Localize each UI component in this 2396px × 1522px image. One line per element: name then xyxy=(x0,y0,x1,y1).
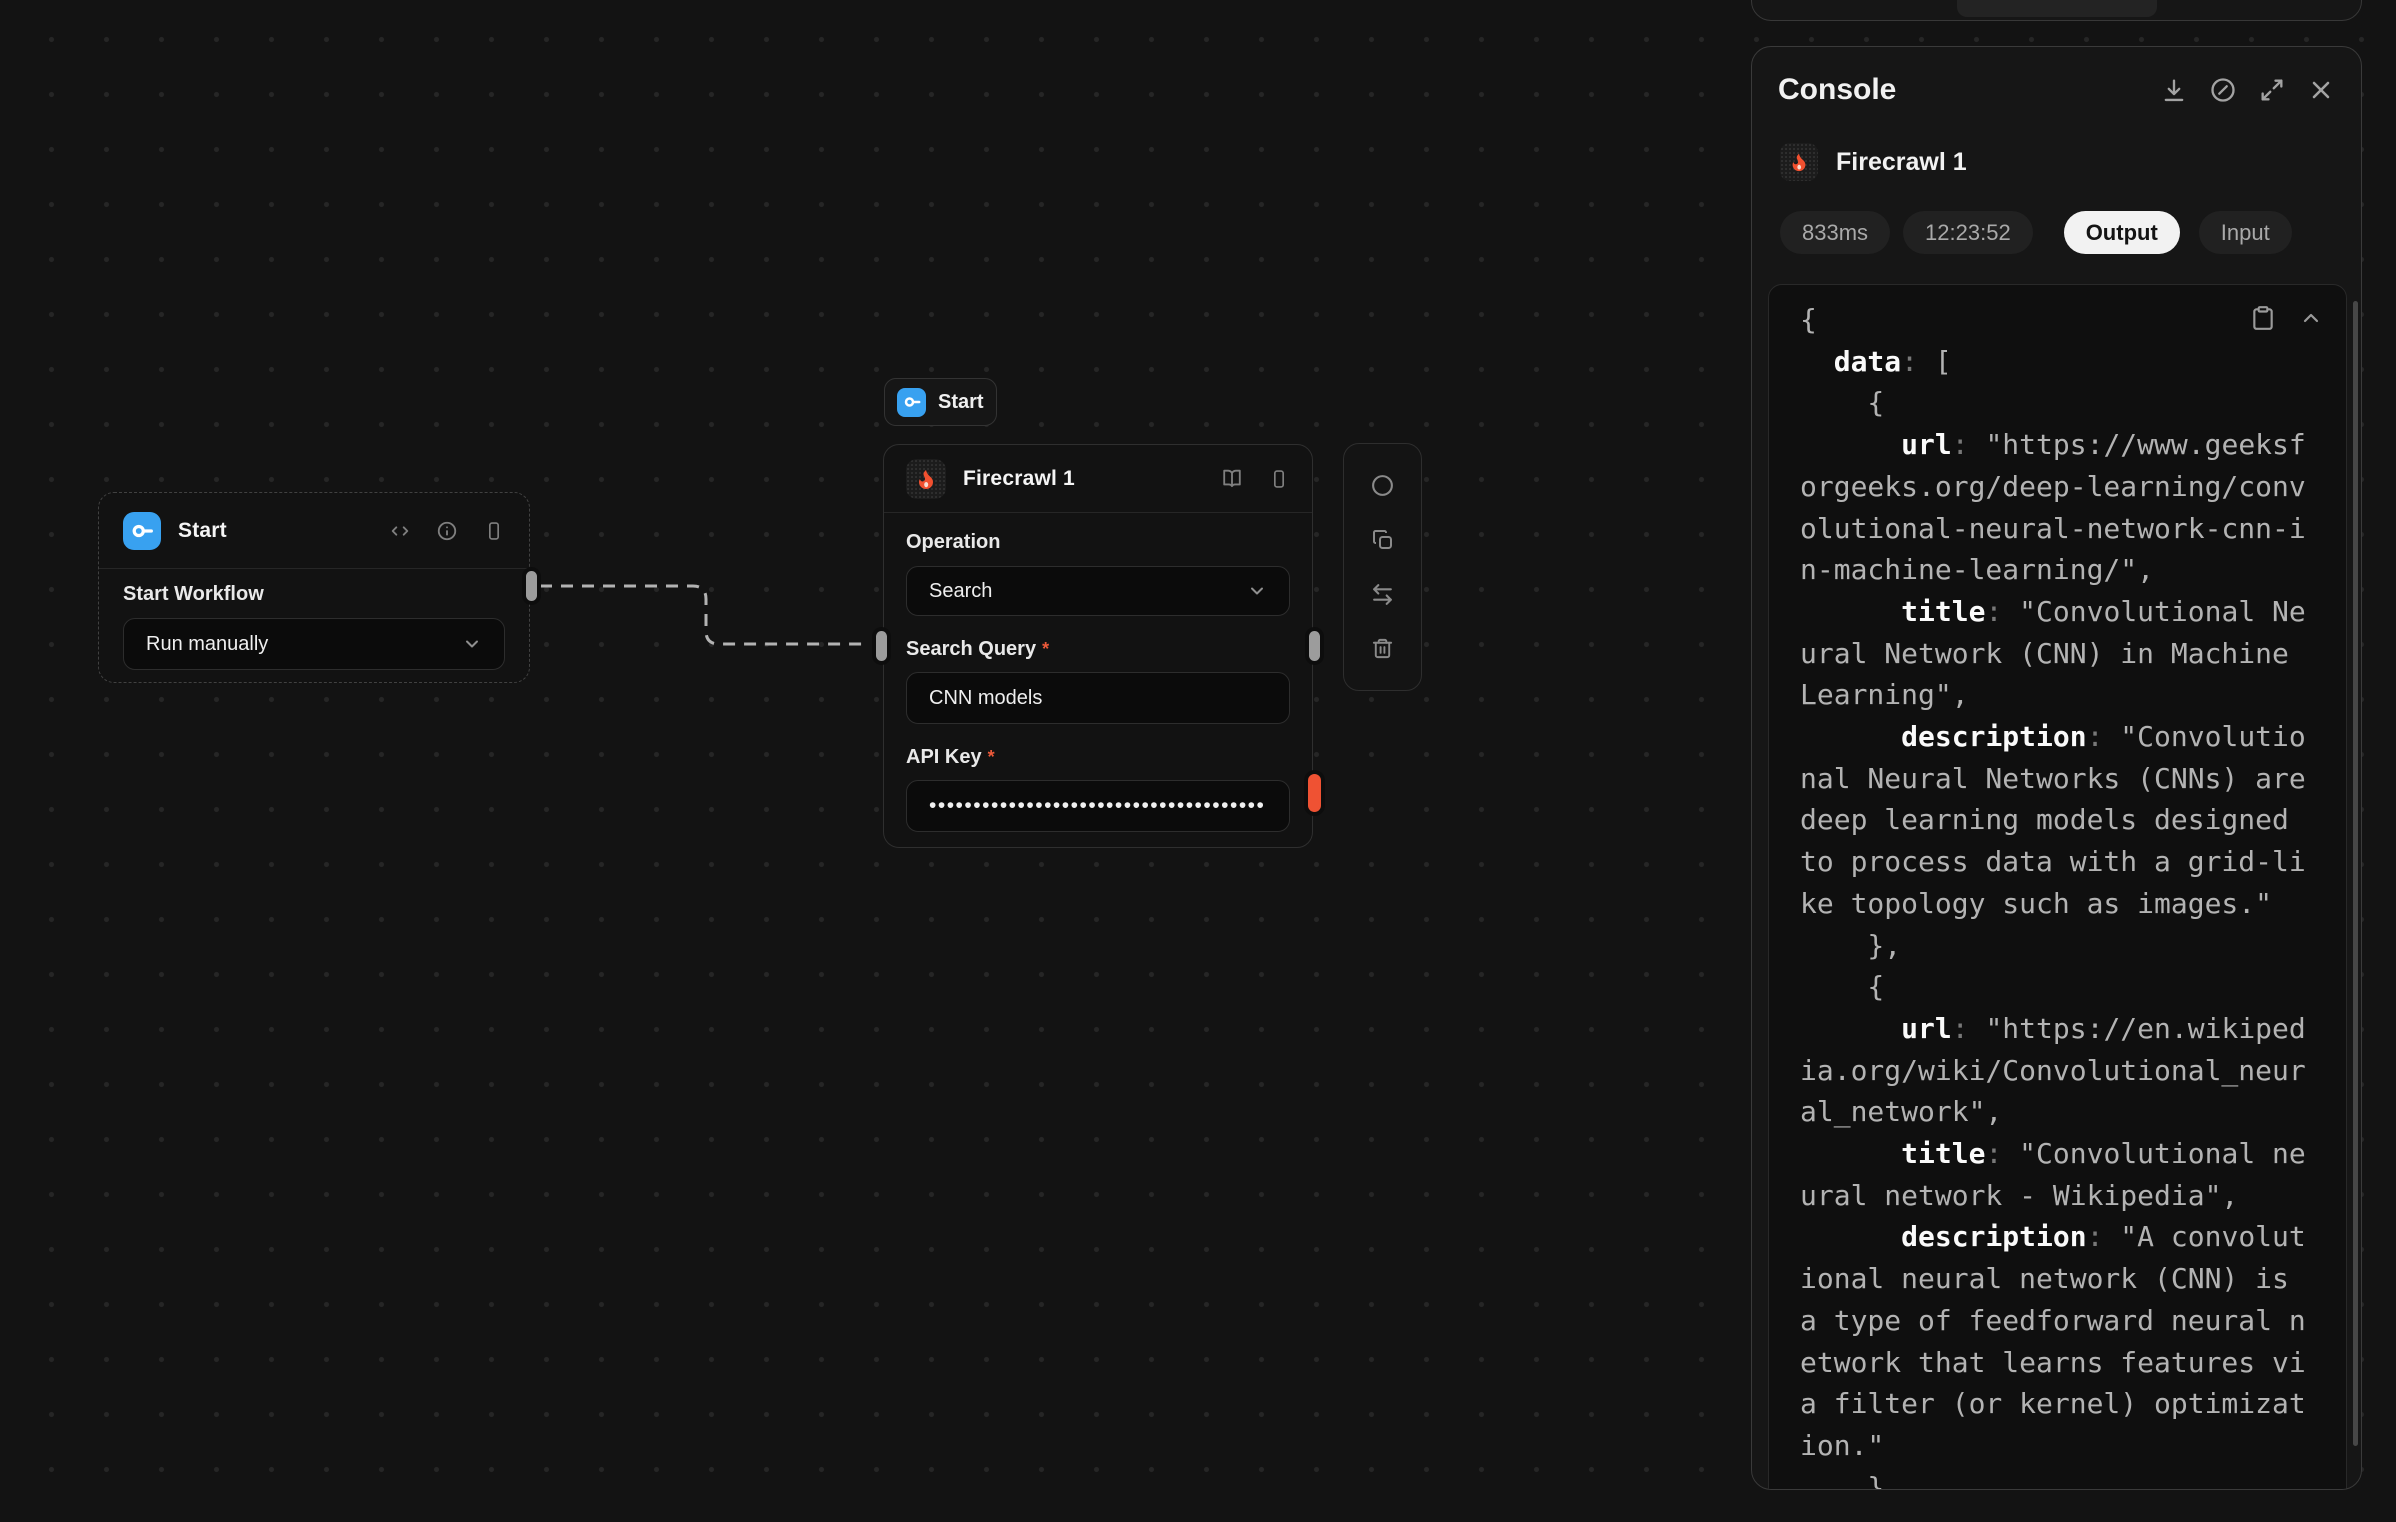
node-toolbar xyxy=(1343,443,1422,691)
required-asterisk: * xyxy=(1042,639,1049,659)
start-node[interactable]: Start Start Workflow Run manually xyxy=(98,492,530,683)
start-node-title: Start xyxy=(178,519,227,543)
firecrawl-flame-icon xyxy=(906,459,946,499)
console-panel: Console Firecrawl 1 xyxy=(1751,46,2362,1490)
copy-clipboard-icon[interactable] xyxy=(2250,305,2276,331)
console-entry-name: Firecrawl 1 xyxy=(1836,148,1967,177)
start-workflow-label: Start Workflow xyxy=(123,583,505,606)
docs-book-icon[interactable] xyxy=(1221,468,1243,490)
start-node-header: Start xyxy=(99,493,529,568)
search-query-label: Search Query xyxy=(906,638,1036,660)
start-icon xyxy=(123,512,161,550)
start-icon xyxy=(897,388,926,417)
operation-value: Search xyxy=(929,580,992,603)
api-key-masked-value: •••••••••••••••••••••••••••••••••••••• xyxy=(929,794,1265,818)
panel-peek-button[interactable] xyxy=(1957,0,2157,17)
search-query-value: CNN models xyxy=(929,687,1042,710)
start-block-chip[interactable]: Start xyxy=(884,378,997,426)
console-code-lines: { data: [ { url: "https://www.geeksforge… xyxy=(1769,285,2346,1490)
code-icon[interactable] xyxy=(389,520,411,542)
workflow-canvas[interactable]: Start Start Start Workflow xyxy=(0,0,2396,1522)
operation-label: Operation xyxy=(906,531,1290,554)
duplicate-icon[interactable] xyxy=(1370,527,1396,553)
firecrawl-flame-icon xyxy=(1780,143,1818,181)
expand-icon[interactable] xyxy=(2258,76,2286,104)
run-mode-value: Run manually xyxy=(146,633,268,656)
firecrawl-error-handle[interactable] xyxy=(1308,774,1321,812)
timestamp-badge: 12:23:52 xyxy=(1903,211,2033,254)
chevron-down-icon xyxy=(1247,581,1267,601)
operation-dropdown[interactable]: Search xyxy=(906,566,1290,616)
download-icon[interactable] xyxy=(2160,76,2188,104)
clear-ban-icon[interactable] xyxy=(2209,76,2237,104)
previous-console-panel-edge xyxy=(1751,0,2362,21)
swap-arrows-icon[interactable] xyxy=(1370,581,1396,607)
console-title: Console xyxy=(1778,73,1896,107)
firecrawl-output-handle[interactable] xyxy=(1309,631,1320,661)
start-output-handle[interactable] xyxy=(526,571,537,601)
api-key-input[interactable]: •••••••••••••••••••••••••••••••••••••• xyxy=(906,780,1290,832)
close-icon[interactable] xyxy=(2307,76,2335,104)
info-icon[interactable] xyxy=(436,520,458,542)
console-scrollbar[interactable] xyxy=(2353,301,2358,1446)
firecrawl-node-title: Firecrawl 1 xyxy=(963,467,1075,491)
firecrawl-node-header: Firecrawl 1 xyxy=(884,445,1312,512)
required-asterisk: * xyxy=(988,747,995,767)
search-query-input[interactable]: CNN models xyxy=(906,672,1290,724)
api-key-label: API Key xyxy=(906,746,982,768)
firecrawl-node[interactable]: Firecrawl 1 Operation Search Search Quer… xyxy=(883,444,1313,848)
phone-icon[interactable] xyxy=(1268,468,1290,490)
chevron-down-icon xyxy=(462,634,482,654)
phone-icon[interactable] xyxy=(483,520,505,542)
run-circle-icon[interactable] xyxy=(1370,472,1396,498)
chevron-up-icon[interactable] xyxy=(2298,305,2324,331)
console-output-code[interactable]: { data: [ { url: "https://www.geeksforge… xyxy=(1768,284,2347,1490)
duration-badge: 833ms xyxy=(1780,211,1890,254)
trash-icon[interactable] xyxy=(1370,636,1396,662)
firecrawl-input-handle[interactable] xyxy=(876,631,887,661)
tab-input[interactable]: Input xyxy=(2199,211,2292,254)
start-chip-label: Start xyxy=(938,391,984,414)
tab-output[interactable]: Output xyxy=(2064,211,2180,254)
run-mode-dropdown[interactable]: Run manually xyxy=(123,618,505,670)
